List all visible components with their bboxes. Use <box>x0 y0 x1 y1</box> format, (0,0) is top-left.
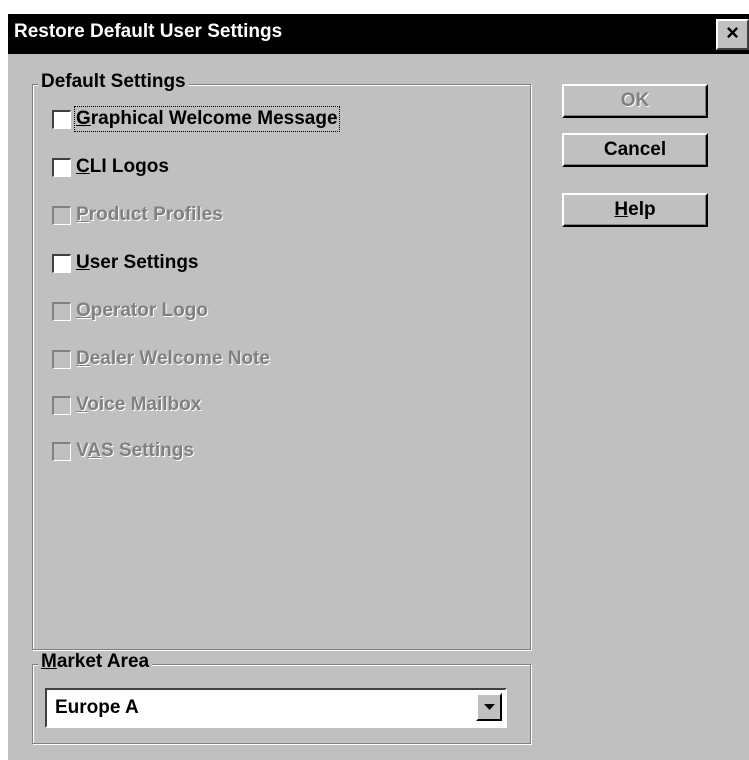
checkbox-label: Dealer Welcome Note <box>76 348 270 369</box>
default-setting-checkbox-row: Voice Mailbox <box>52 392 201 418</box>
checkbox <box>52 395 71 415</box>
default-setting-checkbox-row[interactable]: Graphical Welcome Message <box>52 106 340 132</box>
help-button-label: Help <box>614 199 656 220</box>
market-area-select[interactable]: Europe A <box>45 688 507 728</box>
market-area-selected-value: Europe A <box>55 697 139 718</box>
default-setting-checkbox-row: Dealer Welcome Note <box>52 346 270 372</box>
chevron-down-icon <box>483 703 495 710</box>
checkbox-label: Operator Logo <box>76 300 208 321</box>
title-bar: Restore Default User Settings × <box>8 14 749 54</box>
checkbox-label: Voice Mailbox <box>76 394 202 415</box>
default-setting-checkbox-row: Product Profiles <box>52 202 223 228</box>
checkbox[interactable] <box>52 157 71 177</box>
restore-default-user-settings-dialog: Restore Default User Settings × Default … <box>8 14 749 760</box>
cancel-button[interactable]: Cancel <box>562 133 708 167</box>
checkbox-label: Product Profiles <box>76 204 223 225</box>
checkbox[interactable] <box>52 253 71 273</box>
checkbox-label: VAS Settings <box>76 440 194 461</box>
checkbox-label: CLI Logos <box>76 156 169 177</box>
default-setting-checkbox-row: Operator Logo <box>52 298 208 324</box>
checkbox[interactable] <box>52 109 71 129</box>
default-setting-checkbox-row: VAS Settings <box>52 438 194 464</box>
window-title: Restore Default User Settings <box>14 21 283 42</box>
checkbox <box>52 349 71 369</box>
close-icon: × <box>726 20 739 45</box>
checkbox <box>52 301 71 321</box>
ok-button[interactable]: OK <box>562 84 708 118</box>
checkbox <box>52 441 71 461</box>
market-area-label: Market Area <box>38 651 153 673</box>
default-setting-checkbox-row[interactable]: CLI Logos <box>52 154 169 180</box>
checkbox-label: Graphical Welcome Message <box>74 106 340 132</box>
dropdown-button[interactable] <box>476 693 502 721</box>
checkbox-label: User Settings <box>76 252 199 273</box>
close-button[interactable]: × <box>716 19 749 50</box>
default-settings-label: Default Settings <box>38 71 189 93</box>
default-setting-checkbox-row[interactable]: User Settings <box>52 250 199 276</box>
help-button[interactable]: Help <box>562 193 708 227</box>
checkbox <box>52 205 71 225</box>
